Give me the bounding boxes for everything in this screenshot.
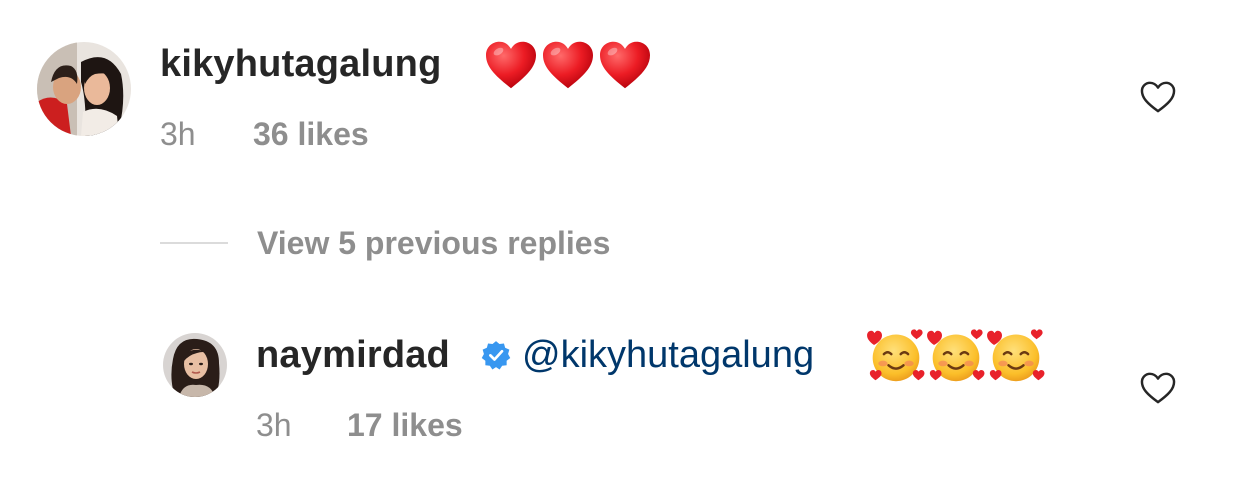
verified-badge-icon [481, 340, 511, 370]
comment-likes-count[interactable]: 36 likes [253, 114, 369, 154]
like-heart-icon[interactable] [1139, 80, 1177, 114]
comment-mention-link[interactable]: @kikyhutagalung [522, 331, 814, 379]
smiling-face-with-hearts-emoji [866, 328, 926, 384]
smiling-face-with-hearts-emoji [986, 328, 1046, 384]
comment-username[interactable]: naymirdad [256, 331, 450, 379]
comment-likes-count[interactable]: 17 likes [347, 405, 463, 445]
comment-timestamp: 3h [256, 407, 292, 443]
comment-timestamp: 3h [160, 116, 196, 152]
smiling-face-with-hearts-emoji [926, 328, 986, 384]
avatar-kikyhutagalung[interactable] [37, 42, 131, 136]
red-heart-emoji [484, 40, 538, 90]
red-heart-emoji [541, 40, 595, 90]
avatar-naymirdad[interactable] [163, 333, 227, 397]
red-heart-emoji [598, 40, 652, 90]
replies-divider-line [160, 242, 228, 244]
comment-username[interactable]: kikyhutagalung [160, 40, 442, 88]
comment-emojis [866, 328, 1046, 384]
comment-emojis [484, 40, 652, 90]
like-heart-icon[interactable] [1139, 371, 1177, 405]
view-previous-replies-button[interactable]: View 5 previous replies [257, 223, 610, 263]
